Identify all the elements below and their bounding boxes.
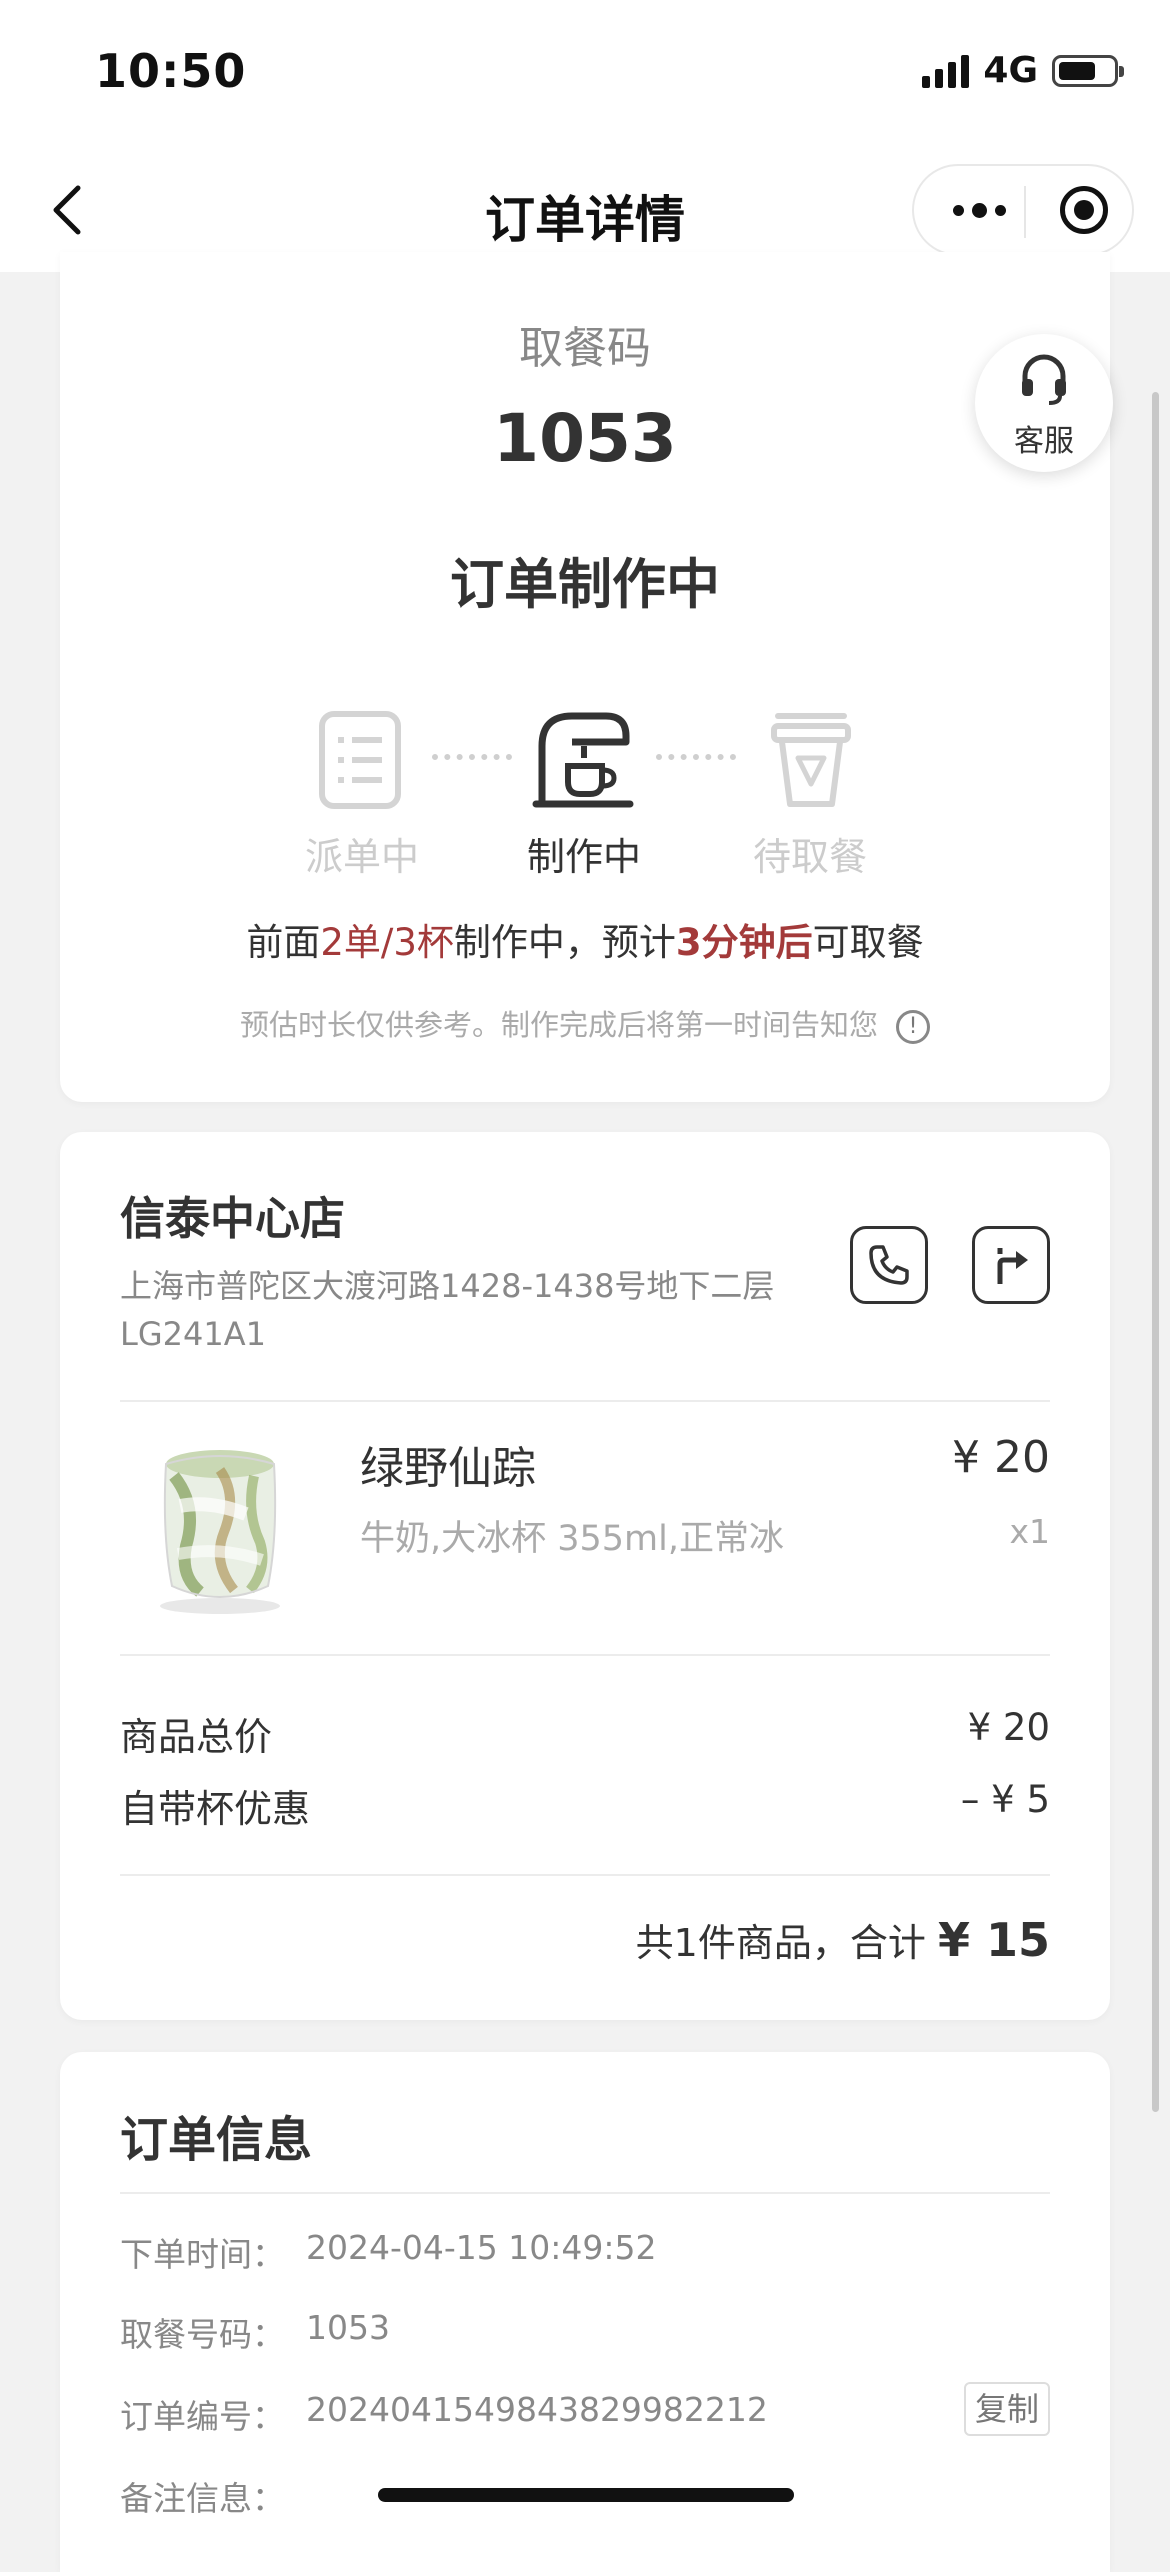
clipboard-list-icon	[319, 711, 401, 809]
estimate-time: 3分钟后	[675, 921, 813, 964]
phone-icon	[869, 1245, 909, 1285]
network-type: 4G	[983, 50, 1038, 91]
directions-icon	[997, 1248, 1028, 1284]
product-name: 绿野仙踪	[360, 1443, 536, 1494]
estimate-note: 预估时长仅供参考。制作完成后将第一时间告知您!	[0, 1002, 1170, 1044]
order-time-value: 2024-04-15 10:49:52	[306, 2228, 657, 2267]
copy-order-number-button[interactable]: 复制	[964, 2382, 1050, 2436]
estimate-text: 前面2单/3杯制作中，预计3分钟后可取餐	[246, 921, 924, 964]
info-icon[interactable]: !	[896, 1010, 930, 1044]
subtotal-label: 商品总价	[120, 1715, 273, 1759]
status-bar: 10:50 4G	[0, 0, 1170, 150]
status-indicators: 4G	[922, 50, 1124, 91]
divider	[120, 1654, 1050, 1656]
order-number-value: 20240415498438299822​12	[306, 2390, 768, 2429]
signal-icon	[922, 54, 970, 88]
navigate-store-button[interactable]	[972, 1226, 1050, 1304]
queue-count: 2单/3杯	[320, 921, 454, 964]
step-connector	[432, 754, 512, 766]
product-spec: 牛奶,大冰杯 355ml,正常冰	[360, 1519, 784, 1559]
cup-icon	[771, 713, 851, 807]
capsule-divider	[1024, 186, 1026, 238]
battery-icon	[1052, 54, 1124, 87]
total-amount: ¥ 15	[937, 1913, 1050, 1967]
step-connector	[656, 754, 736, 766]
divider	[120, 1400, 1050, 1402]
pickup-number-value: 1053	[306, 2308, 390, 2347]
divider	[120, 2192, 1050, 2194]
call-store-button[interactable]	[850, 1226, 928, 1304]
pickup-card	[60, 252, 1110, 1102]
remarks-label: 备注信息：	[120, 2479, 285, 2518]
order-info-title: 订单信息	[120, 2112, 313, 2168]
order-total: 共1件商品，合计 ¥ 15	[635, 1913, 1050, 1967]
product-image	[160, 1450, 280, 1614]
store-address: 上海市普陀区大渡河路1428-1438号地下二层LG241A1	[120, 1267, 775, 1353]
order-status: 订单制作中	[450, 553, 720, 616]
product-price: ¥ 20	[952, 1432, 1050, 1483]
scrollbar[interactable]	[1152, 392, 1159, 2112]
product-quantity: x1	[1009, 1512, 1050, 1551]
store-name: 信泰中心店	[120, 1192, 346, 1245]
customer-service-label: 客服	[1014, 424, 1074, 459]
coffee-machine-icon	[532, 712, 634, 808]
step-making: 制作中	[526, 835, 641, 879]
status-time: 10:50	[95, 44, 247, 98]
own-cup-discount-label: 自带杯优惠	[120, 1787, 311, 1831]
order-time-label: 下单时间：	[120, 2235, 285, 2274]
pickup-number-label: 取餐号码：	[120, 2315, 285, 2354]
subtotal-value: ¥ 20	[967, 1706, 1050, 1749]
divider	[120, 1874, 1050, 1876]
home-indicator[interactable]	[378, 2488, 794, 2502]
own-cup-discount-value: – ¥ 5	[960, 1778, 1050, 1821]
step-ready-pickup: 待取餐	[752, 835, 867, 879]
customer-service-button[interactable]: 客服	[975, 334, 1113, 472]
close-target-icon[interactable]	[1060, 186, 1108, 234]
mini-program-capsule	[912, 164, 1134, 256]
order-number-label: 订单编号：	[120, 2397, 285, 2436]
headset-icon	[1022, 354, 1066, 405]
step-dispatching: 派单中	[304, 835, 419, 879]
more-icon[interactable]	[936, 166, 1022, 254]
